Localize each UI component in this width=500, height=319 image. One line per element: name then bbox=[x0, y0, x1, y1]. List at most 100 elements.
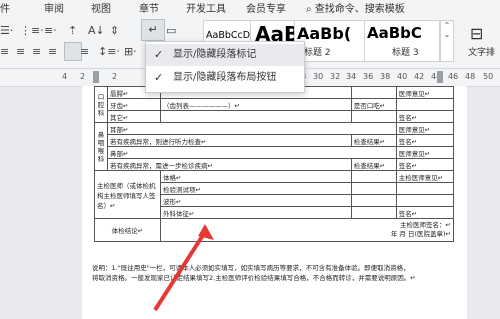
section-char: 科 bbox=[97, 108, 105, 117]
table-cell bbox=[350, 182, 397, 195]
table-cell: （齿列表——————）↵ bbox=[160, 98, 352, 111]
sort-icon[interactable]: A↓ bbox=[88, 22, 105, 40]
table-row: 鼻 咽 喉 科 耳部↵ 医师意见↵ bbox=[94, 122, 455, 171]
table-cell: 检查结果↵ bbox=[350, 134, 397, 147]
right-indent-marker[interactable] bbox=[437, 71, 443, 83]
table-cell bbox=[160, 110, 352, 123]
text-direction-icon[interactable]: ⇕ bbox=[110, 22, 119, 40]
table-cell bbox=[395, 194, 455, 207]
justify-all-icon[interactable]: ≡ bbox=[80, 43, 89, 61]
menu-item-label: 显示/隐藏段落布局按钮 bbox=[173, 72, 277, 83]
table-icon[interactable]: ▭ bbox=[166, 22, 176, 40]
table-cell: 检查结果↵ bbox=[350, 158, 397, 171]
note-line: 说明：1."既往用史"一栏，可请本人必须如实填写，如实填写病历等要求，不可含有准… bbox=[92, 264, 410, 272]
line-spacing-icon[interactable]: ↕≡⋅ bbox=[98, 43, 120, 61]
menu-item-label: 显示/隐藏段落标记 bbox=[173, 49, 257, 60]
table-row: 其它↵ 签名↵ bbox=[95, 110, 455, 123]
ruler-number: 32 bbox=[330, 72, 341, 81]
section-char: 鼻 bbox=[97, 130, 105, 139]
menu-item-show-hide-paragraph-marks[interactable]: ✓ 显示/隐藏段落标记 bbox=[146, 44, 304, 66]
table-cell: 医师意见↵ bbox=[395, 122, 455, 135]
menu-item-member[interactable]: 会员专享 bbox=[246, 0, 286, 15]
table-cell bbox=[350, 86, 397, 99]
table-cell: 主检医师（或体检机构主检医师填写人签名）↵ bbox=[94, 170, 161, 219]
ruler-number: 4 bbox=[62, 72, 68, 81]
menu-item-view[interactable]: 视图 bbox=[91, 0, 111, 15]
align-center-icon[interactable]: ≡ bbox=[16, 43, 25, 61]
ruler-number: 46 bbox=[448, 72, 459, 81]
check-icon: ✓ bbox=[154, 71, 164, 84]
ruler-number: 42 bbox=[414, 72, 425, 81]
table-cell: 医师意见↵ bbox=[395, 146, 455, 159]
justify-icon[interactable]: ≡ bbox=[48, 43, 57, 61]
note-line: 将取消资格。一般发现家已认定结果填写2.主检医师评价检验结果填写合格，不合格而转… bbox=[92, 274, 416, 282]
section-char: 咽 bbox=[97, 138, 105, 147]
chinese-layout-icon[interactable]: ⇡ bbox=[68, 22, 77, 40]
table-row: 体检结论↵ 主检医师签名：↵ 年 月 日(医院盖章)↵ bbox=[94, 218, 454, 242]
table-cell: 鼻部↵ bbox=[107, 146, 397, 159]
table-row: 主检医师（或体检机构主检医师填写人签名）↵ 体格↵ 主检医师意见↵ bbox=[94, 170, 455, 219]
section-char: 口 bbox=[97, 92, 105, 101]
ruler-number: 40 bbox=[397, 72, 408, 81]
table-cell: 若有疾病异常，则进行听力检查↵ bbox=[107, 134, 352, 147]
indent-decrease-icon[interactable]: ≡⋅ bbox=[44, 22, 57, 40]
show-hide-paragraph-button[interactable]: ↵ bbox=[141, 19, 165, 41]
table-cell: 签名↵ bbox=[395, 110, 455, 123]
section-char: 喉 bbox=[97, 146, 105, 155]
table-cell: 其它↵ bbox=[107, 110, 161, 123]
table-cell: 波形↵ bbox=[160, 194, 352, 207]
chevron-up-down-icon: ⌃ ⌄ bbox=[443, 21, 451, 39]
table-cell: 牙齿↵ bbox=[107, 98, 161, 111]
table-cell: 医师意见↵ bbox=[395, 86, 455, 99]
table-cell: 签名↵ bbox=[395, 134, 455, 147]
text-layout-label[interactable]: 文字排 bbox=[468, 45, 495, 58]
section-char: 科 bbox=[97, 154, 105, 163]
table-cell bbox=[395, 98, 455, 111]
menu-item-show-hide-layout-button[interactable]: ✓ 显示/隐藏段落布局按钮 bbox=[146, 67, 304, 89]
menu-item-chapter[interactable]: 章节 bbox=[139, 0, 159, 15]
menu-item-developer[interactable]: 开发工具 bbox=[186, 0, 226, 15]
search-box[interactable]: ⌕ 查找命令、搜索模板 bbox=[306, 0, 405, 15]
align-right-icon[interactable]: ≡ bbox=[32, 43, 41, 61]
ruler-number: 48 bbox=[465, 72, 476, 81]
table-cell: 外科体征↵ bbox=[160, 206, 352, 219]
table-cell bbox=[350, 170, 397, 183]
align-left-icon[interactable]: ≡ bbox=[0, 43, 9, 61]
style-name: 标题 2 bbox=[304, 48, 331, 58]
style-preview: AaBb( bbox=[297, 24, 352, 43]
table-cell: 签名↵ bbox=[395, 158, 455, 171]
style-name: 标题 3 bbox=[392, 48, 419, 58]
ruler-number: 34 bbox=[346, 72, 357, 81]
indent-marker[interactable] bbox=[93, 71, 99, 83]
table-cell: 体格↵ bbox=[160, 170, 352, 183]
table-cell: 耳部↵ bbox=[107, 122, 397, 135]
ruler-number: 36 bbox=[363, 72, 374, 81]
table-cell: 是否口吃↵ bbox=[350, 98, 397, 111]
ruler-number: 30 bbox=[313, 72, 324, 81]
styles-more-button[interactable]: ⌃ ⌄ bbox=[440, 20, 454, 62]
signature-label: 主检医师签名：↵ bbox=[400, 221, 451, 229]
menu-item-file[interactable]: 件 bbox=[0, 0, 10, 15]
table-row: 牙齿↵ （齿列表——————）↵ 是否口吃↵ bbox=[95, 98, 455, 111]
health-form-table[interactable]: 口 腔 科 唇腭↵ 医师意见↵ 牙齿↵ （齿列表——————）↵ 是否口吃↵ 其… bbox=[94, 86, 455, 242]
table-cell: 体检结论↵ bbox=[94, 218, 161, 242]
menu-item-review[interactable]: 审阅 bbox=[44, 0, 64, 15]
bullet-list-icon[interactable]: ☰⋅ bbox=[0, 22, 13, 40]
table-cell bbox=[350, 206, 397, 219]
table-row: 鼻部↵ 医师意见↵ bbox=[95, 146, 455, 159]
table-cell: 检验测试项↵ bbox=[160, 182, 352, 195]
ruler-number: 2 bbox=[80, 72, 86, 81]
table-cell: 若有疾病异常，需进一步检诊疾病↵ bbox=[107, 158, 352, 171]
table-cell: 主检医师签名：↵ 年 月 日(医院盖章)↵ bbox=[160, 218, 454, 242]
table-cell: 主检医师意见↵ bbox=[395, 170, 455, 183]
border-icon[interactable]: ⊞⋅ bbox=[124, 43, 137, 61]
table-row: 若有疾病异常，需进一步检诊疾病↵ 检查结果↵ 签名↵ bbox=[95, 158, 455, 171]
search-icon: ⌕ bbox=[306, 4, 312, 15]
document-page[interactable]: 口 腔 科 唇腭↵ 医师意见↵ 牙齿↵ （齿列表——————）↵ 是否口吃↵ 其… bbox=[82, 86, 467, 319]
number-list-icon[interactable]: ⋮≡⋅ bbox=[20, 22, 44, 40]
check-icon: ✓ bbox=[154, 48, 164, 61]
table-cell bbox=[350, 194, 397, 207]
date-label: 年 月 日(医院盖章)↵ bbox=[390, 230, 451, 238]
table-cell bbox=[350, 110, 397, 123]
text-layout-icon[interactable]: ⊟ bbox=[470, 24, 483, 43]
